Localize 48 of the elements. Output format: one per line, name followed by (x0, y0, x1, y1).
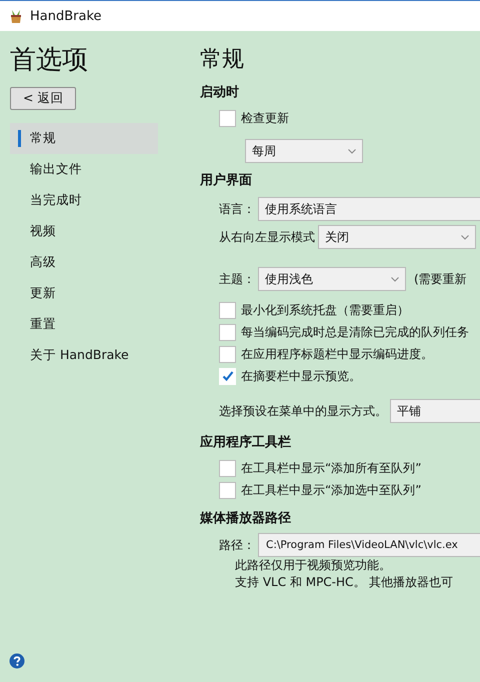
help-icon[interactable] (9, 653, 25, 669)
dropdown[interactable]: 使用浅色 (258, 267, 406, 291)
field-label: 选择预设在菜单中的显示方式。 (219, 402, 387, 420)
caret-icon (348, 148, 356, 154)
checkbox-label: 在工具栏中显示“添加所有至队列” (241, 460, 422, 476)
dropdown[interactable]: 每周 (245, 139, 363, 163)
field-label: 路径： (219, 536, 255, 554)
caret-icon (461, 234, 469, 240)
dropdown[interactable]: 平铺 (390, 399, 480, 423)
checkbox[interactable] (219, 482, 236, 498)
nav-item[interactable]: 常规 (10, 123, 158, 154)
dropdown[interactable]: 使用系统语言 (258, 197, 480, 221)
checkbox-label: 每当编码完成时总是清除已完成的队列任务 (241, 324, 469, 340)
section-heading: 媒体播放器路径 (200, 510, 292, 527)
checkbox-label: 最小化到系统托盘（需要重启） (241, 302, 409, 318)
nav-item[interactable]: 高级 (10, 247, 158, 278)
nav-item[interactable]: 更新 (10, 278, 158, 309)
field-label: 主题： (219, 270, 255, 288)
page-title: 常规 (200, 46, 245, 74)
caret-icon (391, 276, 399, 282)
checkbox-label: 在摘要栏中显示预览。 (241, 368, 361, 384)
help-text: 此路径仅用于视频预览功能。 (235, 557, 391, 574)
nav-item[interactable]: 关于 HandBrake (10, 340, 158, 371)
section-heading: 应用程序工具栏 (200, 434, 292, 451)
back-button[interactable]: < 返回 (10, 87, 76, 110)
help-text: 支持 VLC 和 MPC-HC。 其他播放器也可 (235, 574, 454, 591)
path-field[interactable]: C:\Program Files\VideoLAN\vlc\vlc.ex (258, 533, 480, 557)
checkbox[interactable] (219, 460, 236, 476)
checkbox-label: 在应用程序标题栏中显示编码进度。 (241, 346, 433, 362)
field-label: 语言： (219, 200, 255, 218)
preferences-title: 首选项 (10, 44, 89, 77)
nav-item[interactable]: 当完成时 (10, 185, 158, 216)
checkbox[interactable] (219, 324, 236, 340)
nav-item[interactable]: 视频 (10, 216, 158, 247)
app-icon (8, 8, 24, 24)
checkbox-label: 在工具栏中显示“添加选中至队列” (241, 482, 422, 498)
dropdown[interactable]: 关闭 (318, 225, 476, 249)
checkbox[interactable] (219, 302, 236, 318)
window-title: HandBrake (30, 8, 102, 24)
nav-item[interactable]: 输出文件 (10, 154, 158, 185)
checkbox-label: 检查更新 (241, 110, 289, 126)
section-heading: 启动时 (200, 84, 240, 101)
restart-note: (需要重新 (414, 270, 467, 288)
checkbox[interactable] (219, 346, 236, 362)
nav-item[interactable]: 重置 (10, 309, 158, 340)
section-heading: 用户界面 (200, 172, 253, 189)
checkbox[interactable] (219, 110, 236, 126)
field-label: 从右向左显示模式 (219, 228, 315, 246)
